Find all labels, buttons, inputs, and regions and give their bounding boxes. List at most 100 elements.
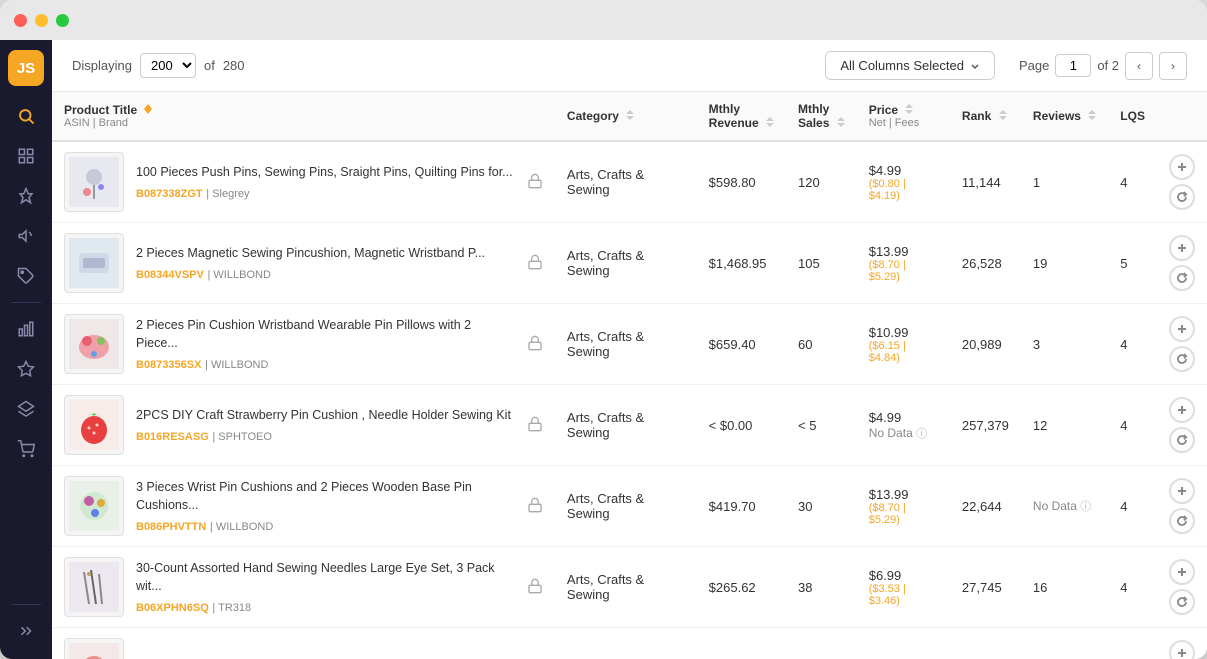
actions-cell: [1157, 304, 1207, 385]
add-button[interactable]: [1169, 235, 1195, 261]
product-meta: B06XPHN6SQ | TR318: [136, 599, 515, 614]
revenue-cell: $265.62: [697, 547, 786, 628]
page-input[interactable]: [1055, 54, 1091, 77]
product-asin[interactable]: B016RESASG: [136, 431, 209, 443]
sidebar-item-star[interactable]: [8, 351, 44, 387]
sidebar-item-chart[interactable]: [8, 311, 44, 347]
sidebar-item-grid[interactable]: [8, 138, 44, 174]
sidebar-item-pin[interactable]: [8, 178, 44, 214]
minimize-dot[interactable]: [35, 14, 48, 27]
product-cell-1: 100 Pieces Push Pins, Sewing Pins, Sraig…: [52, 141, 555, 223]
add-button[interactable]: [1169, 478, 1195, 504]
add-button[interactable]: [1169, 397, 1195, 423]
prev-page-button[interactable]: ‹: [1125, 52, 1153, 80]
next-page-button[interactable]: ›: [1159, 52, 1187, 80]
revenue-cell: < $0.00: [697, 628, 786, 659]
sidebar-item-tag[interactable]: [8, 258, 44, 294]
product-thumbnail: [64, 476, 124, 536]
header-category[interactable]: Category: [555, 92, 697, 141]
price-main: $10.99: [869, 325, 938, 340]
price-cell: $4.99 No Data ⓘ: [857, 385, 950, 466]
product-asin[interactable]: B06XPHN6SQ: [136, 602, 209, 614]
lqs-cell: 4: [1108, 141, 1157, 223]
rank-cell: 11,144: [950, 141, 1021, 223]
product-meta: B086PHVTTN | WILLBOND: [136, 518, 515, 533]
table-header-row: Product Title ASIN | Brand Category Mthl…: [52, 92, 1207, 141]
lqs-cell: 4: [1108, 547, 1157, 628]
columns-button[interactable]: All Columns Selected: [825, 51, 995, 80]
header-actions: [1157, 92, 1207, 141]
sales-cell: 38: [786, 547, 857, 628]
refresh-button[interactable]: [1169, 508, 1195, 534]
refresh-button[interactable]: [1169, 184, 1195, 210]
category-cell: Arts, Crafts & Sewing: [555, 141, 697, 223]
add-button[interactable]: [1169, 316, 1195, 342]
product-title: 2 Pieces Pin Cushion Wristband Wearable …: [136, 317, 515, 352]
category-cell: Arts, Crafts & Sewing: [555, 304, 697, 385]
product-asin[interactable]: B087338ZGT: [136, 188, 203, 200]
product-cell-7: 3Pcs Wrist Pin Cushions for Sewing: [52, 628, 555, 659]
product-cell-2: 2 Pieces Magnetic Sewing Pincushion, Mag…: [52, 223, 555, 304]
reviews-value: 12: [1033, 418, 1047, 433]
product-title: 100 Pieces Push Pins, Sewing Pins, Sraig…: [136, 164, 515, 182]
header-revenue[interactable]: MthlyRevenue: [697, 92, 786, 141]
header-rank[interactable]: Rank: [950, 92, 1021, 141]
rank-cell: 20,989: [950, 304, 1021, 385]
sidebar-item-layers[interactable]: [8, 391, 44, 427]
table-row: 2PCS DIY Craft Strawberry Pin Cushion , …: [52, 385, 1207, 466]
category-cell: Arts, Crafts &: [555, 628, 697, 659]
add-button[interactable]: [1169, 154, 1195, 180]
table-row: 2 Pieces Magnetic Sewing Pincushion, Mag…: [52, 223, 1207, 304]
revenue-cell: $1,468.95: [697, 223, 786, 304]
sidebar-item-search[interactable]: [8, 98, 44, 134]
sales-cell: 105: [786, 223, 857, 304]
product-meta: B016RESASG | SPHTOEO: [136, 428, 515, 443]
refresh-button[interactable]: [1169, 346, 1195, 372]
sidebar-divider: [11, 302, 41, 303]
actions-cell: [1157, 466, 1207, 547]
product-cell-3: 2 Pieces Pin Cushion Wristband Wearable …: [52, 304, 555, 385]
actions-cell: [1157, 547, 1207, 628]
close-dot[interactable]: [14, 14, 27, 27]
price-cell: $10.99: [857, 628, 950, 659]
product-info: 30-Count Assorted Hand Sewing Needles La…: [136, 560, 515, 614]
header-price[interactable]: Price Net | Fees: [857, 92, 950, 141]
header-sales[interactable]: MthlySales: [786, 92, 857, 141]
lock-icon: [527, 416, 543, 435]
add-button[interactable]: [1169, 559, 1195, 585]
sidebar: JS: [0, 40, 52, 659]
product-asin[interactable]: B08344VSPV: [136, 269, 204, 281]
sidebar-item-megaphone[interactable]: [8, 218, 44, 254]
refresh-button[interactable]: [1169, 427, 1195, 453]
lock-icon: [527, 335, 543, 354]
per-page-select[interactable]: 200 100 50: [140, 53, 196, 78]
sidebar-item-expand[interactable]: [8, 613, 44, 649]
product-asin[interactable]: B086PHVTTN: [136, 521, 206, 533]
reviews-cell: No Data ⓘ: [1021, 466, 1108, 547]
pagination-controls: Page of 2 ‹ ›: [1019, 52, 1187, 80]
product-asin[interactable]: B0873356SX: [136, 359, 201, 371]
total-count: 280: [223, 58, 245, 73]
category-cell: Arts, Crafts & Sewing: [555, 547, 697, 628]
reviews-value: 3: [1033, 337, 1040, 352]
maximize-dot[interactable]: [56, 14, 69, 27]
rank-cell: 257,379: [950, 385, 1021, 466]
table-row: 3Pcs Wrist Pin Cushions for Sewing Arts,…: [52, 628, 1207, 659]
product-table: Product Title ASIN | Brand Category Mthl…: [52, 92, 1207, 659]
actions-cell: [1157, 141, 1207, 223]
of-label: of: [204, 58, 215, 73]
product-info: 100 Pieces Push Pins, Sewing Pins, Sraig…: [136, 164, 515, 201]
header-product[interactable]: Product Title ASIN | Brand: [52, 92, 555, 141]
add-button[interactable]: [1169, 640, 1195, 659]
product-title: 3 Pieces Wrist Pin Cushions and 2 Pieces…: [136, 479, 515, 514]
product-thumbnail: [64, 638, 124, 659]
price-cell: $13.99 ($8.70 | $5.29): [857, 223, 950, 304]
table-row: 100 Pieces Push Pins, Sewing Pins, Sraig…: [52, 141, 1207, 223]
header-reviews[interactable]: Reviews: [1021, 92, 1108, 141]
page-label: Page: [1019, 58, 1049, 73]
refresh-button[interactable]: [1169, 589, 1195, 615]
reviews-value: 1: [1033, 175, 1040, 190]
refresh-button[interactable]: [1169, 265, 1195, 291]
titlebar: [0, 0, 1207, 40]
sidebar-item-cart[interactable]: [8, 431, 44, 467]
